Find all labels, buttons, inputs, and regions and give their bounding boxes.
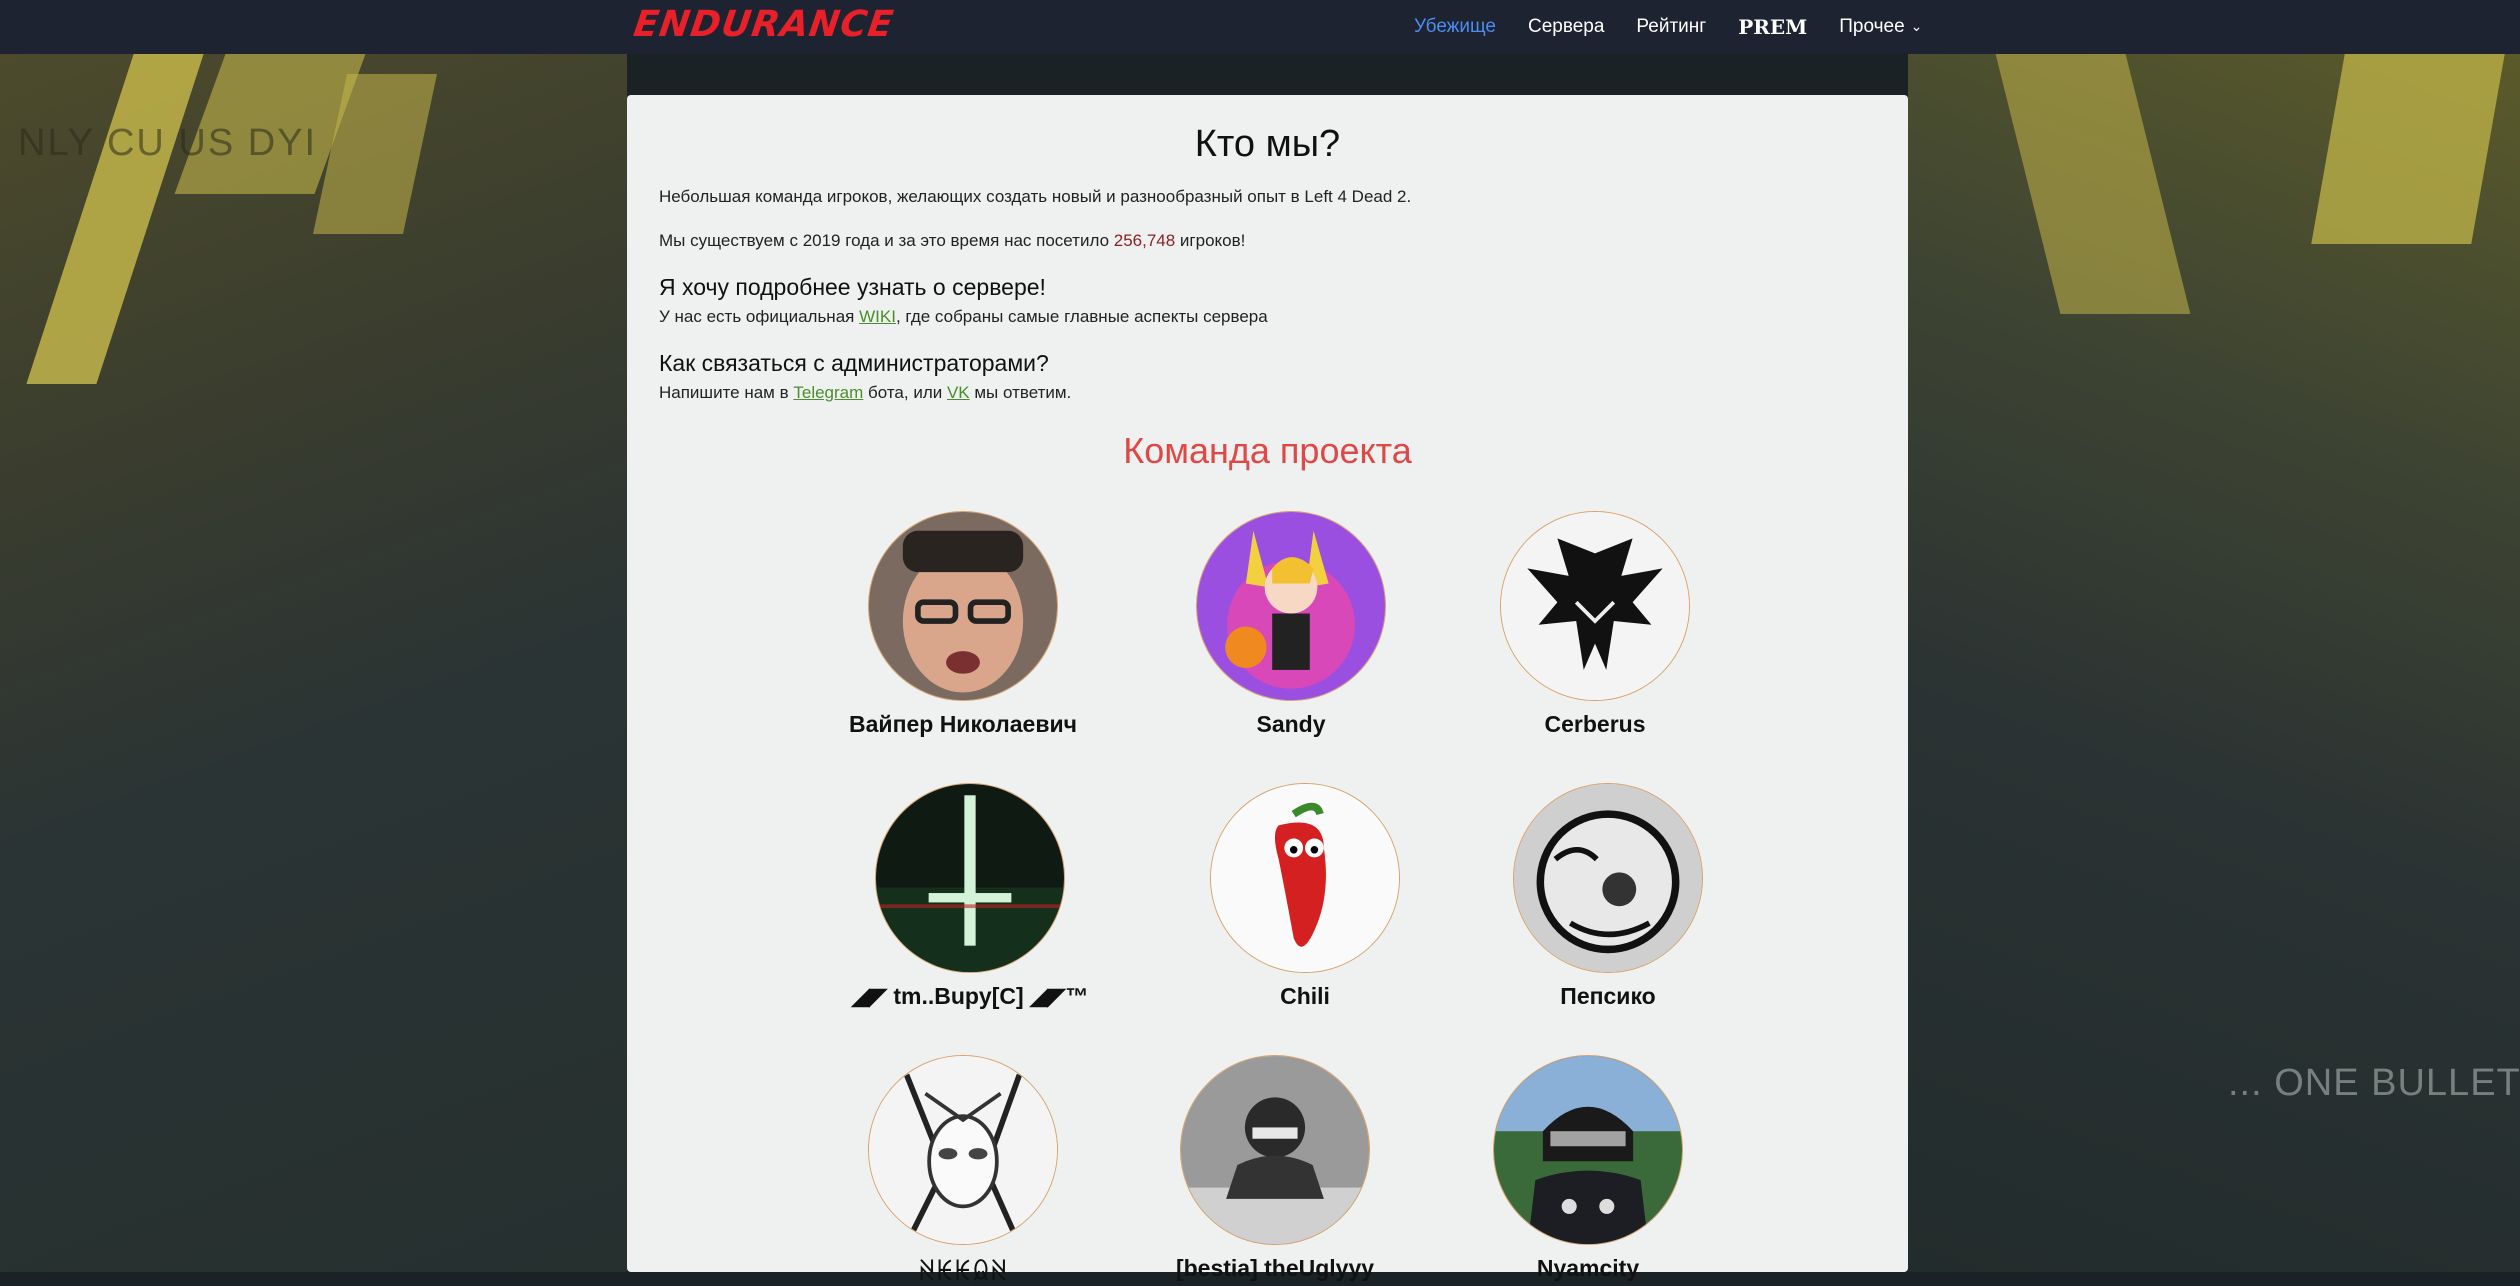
telegram-link[interactable]: Telegram — [793, 383, 863, 402]
contact-heading: Как связаться с администраторами? — [659, 350, 1049, 376]
brand-logo[interactable]: ENDURANCE — [631, 4, 896, 45]
about-card: Кто мы? Небольшая команда игроков, желаю… — [627, 95, 1908, 1285]
nav-item-prem[interactable]: PREM — [1738, 15, 1807, 39]
team-member-card[interactable]: Вайпер Николаевич — [773, 511, 1153, 738]
visits-count: 256,748 — [1113, 231, 1176, 250]
background-caption-right: ... ONE BULLET AT A — [2228, 1062, 2520, 1104]
nav-item-other-label: Прочее — [1839, 16, 1905, 37]
nav-item-other[interactable]: Прочее ⌄ — [1839, 16, 1922, 38]
more-info-after: , где собраны самые главные аспекты серв… — [895, 307, 1268, 326]
team-member-card[interactable]: Пепсико — [1418, 783, 1798, 1010]
member-name: Вайпер Николаевич — [849, 711, 1077, 737]
member-name: Cerberus — [1544, 711, 1646, 737]
nav-item-shelter[interactable]: Убежище — [1414, 16, 1496, 38]
avatar — [875, 783, 1065, 973]
visits-text-before: Мы существуем с 2019 года и за это время… — [659, 231, 1114, 250]
more-info-heading: Я хочу подробнее узнать о сервере! — [659, 274, 1046, 300]
avatar — [1493, 1055, 1683, 1245]
visits-text: Мы существуем с 2019 года и за это время… — [659, 231, 1245, 251]
member-name: Пепсико — [1560, 983, 1656, 1009]
visits-text-after: игроков! — [1175, 231, 1246, 250]
avatar — [868, 511, 1058, 701]
avatar — [1180, 1055, 1370, 1245]
background-caption-left: NLY CU US DYI — [18, 122, 318, 164]
contact-before: Напишите нам в — [659, 383, 794, 402]
team-heading: Команда проекта — [1123, 430, 1412, 471]
avatar — [1196, 511, 1386, 701]
team-member-card[interactable]: Nyamcity — [1398, 1055, 1778, 1282]
team-member-card[interactable]: ◢◤ tm..Bupy[C] ◢◤™ — [780, 783, 1160, 1010]
contact-text: Напишите нам в Telegram бота, или VK мы … — [659, 383, 1071, 403]
member-name: ◢◤ tm..Bupy[C] ◢◤™ — [851, 983, 1089, 1009]
avatar — [1500, 511, 1690, 701]
nav-item-rating[interactable]: Рейтинг — [1636, 16, 1706, 38]
wiki-link[interactable]: WIKI — [859, 307, 896, 326]
vk-link[interactable]: VK — [947, 383, 970, 402]
nav-item-servers[interactable]: Сервера — [1528, 16, 1604, 38]
more-info-text: У нас есть официальная WIKI, где собраны… — [659, 307, 1268, 327]
team-member-card[interactable]: Cerberus — [1405, 511, 1785, 738]
intro-text: Небольшая команда игроков, желающих созд… — [659, 187, 1412, 206]
avatar — [1513, 783, 1703, 973]
chevron-down-icon: ⌄ — [1910, 18, 1923, 34]
nav-links: Убежище Сервера Рейтинг PREM Прочее ⌄ — [1414, 0, 1954, 54]
more-info-before: У нас есть официальная — [659, 307, 860, 326]
top-navbar: ENDURANCE Убежище Сервера Рейтинг PREM П… — [0, 0, 2520, 54]
avatar — [868, 1055, 1058, 1245]
background-left-panel — [0, 54, 627, 1272]
member-name: Nyamcity — [1536, 1255, 1640, 1281]
page-title: Кто мы? — [1194, 123, 1341, 165]
avatar — [1210, 783, 1400, 973]
contact-middle: бота, или — [863, 383, 947, 402]
contact-after: мы ответим. — [969, 383, 1072, 402]
